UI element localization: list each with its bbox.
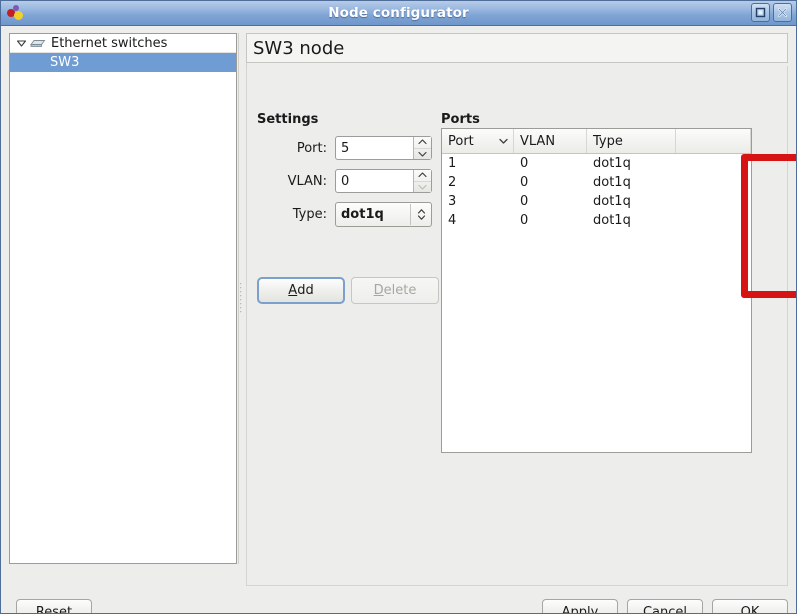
type-field-row: Type: dot1q (257, 202, 432, 227)
maximize-icon (755, 7, 766, 18)
tree-item-sw3[interactable]: SW3 (10, 53, 236, 72)
table-row[interactable]: 3 0 dot1q (442, 192, 751, 211)
vlan-label: VLAN: (287, 173, 327, 189)
vlan-input[interactable]: 0 (336, 174, 349, 189)
close-icon (777, 7, 788, 18)
tree-item-label: Ethernet switches (51, 35, 168, 51)
column-header-port[interactable]: Port (442, 129, 514, 153)
tree-item-ethernet-switches[interactable]: Ethernet switches (10, 34, 236, 53)
cell-type: dot1q (593, 156, 631, 171)
vlan-field-row: VLAN: 0 (257, 169, 432, 193)
apply-button[interactable]: Apply (542, 599, 618, 613)
table-header-row: Port VLAN Type (442, 129, 751, 154)
title-bar[interactable]: Node configurator (1, 1, 796, 26)
page-title: SW3 node (246, 33, 788, 63)
port-stepper[interactable]: 5 (335, 136, 432, 160)
vlan-stepper[interactable]: 0 (335, 169, 432, 193)
column-header-vlan[interactable]: VLAN (514, 129, 587, 153)
cell-port: 4 (448, 213, 457, 228)
dialog-content: Ethernet switches SW3 Reset SW3 node Set… (1, 26, 796, 613)
cell-type: dot1q (593, 213, 631, 228)
port-stepper-arrows[interactable] (413, 137, 431, 159)
ok-button[interactable]: OK (712, 599, 788, 613)
cell-port: 1 (448, 156, 457, 171)
port-increment-icon[interactable] (414, 137, 431, 149)
port-label: Port: (296, 140, 327, 156)
vlan-decrement-icon (414, 182, 431, 193)
window-controls (751, 3, 792, 22)
vlan-stepper-arrows[interactable] (413, 170, 431, 192)
cell-port: 3 (448, 194, 457, 209)
settings-group-title: Settings (257, 112, 319, 127)
port-input[interactable]: 5 (336, 141, 349, 156)
node-detail-panel: SW3 node Settings Ports Port: 5 VLAN: 0 … (246, 33, 796, 586)
table-row[interactable]: 1 0 dot1q (442, 154, 751, 173)
cell-vlan: 0 (520, 213, 529, 228)
vlan-increment-icon[interactable] (414, 170, 431, 182)
column-header-type[interactable]: Type (587, 129, 676, 153)
cell-vlan: 0 (520, 194, 529, 209)
tree-item-label: SW3 (50, 55, 80, 70)
close-button[interactable] (773, 3, 792, 22)
chevron-updown-icon[interactable] (410, 204, 431, 225)
triangle-down-icon[interactable] (14, 36, 28, 50)
balloons-icon (6, 4, 26, 22)
splitter-grip (240, 282, 243, 315)
delete-button: Delete (351, 277, 439, 304)
node-configurator-window: Node configurator Ethernet switches SW3 … (0, 0, 797, 614)
cell-vlan: 0 (520, 175, 529, 190)
table-row[interactable]: 4 0 dot1q (442, 211, 751, 230)
switch-icon (28, 36, 46, 50)
cell-type: dot1q (593, 194, 631, 209)
chevron-down-icon (499, 138, 508, 144)
window-title: Node configurator (328, 5, 469, 21)
table-row[interactable]: 2 0 dot1q (442, 173, 751, 192)
type-select[interactable]: dot1q (335, 202, 432, 227)
cell-port: 2 (448, 175, 457, 190)
reset-button[interactable]: Reset (16, 599, 92, 613)
dialog-buttons: Apply Cancel OK (542, 599, 788, 613)
node-tree[interactable]: Ethernet switches SW3 (9, 33, 237, 564)
node-title-text: SW3 node (253, 37, 345, 59)
add-mnemonic: A (288, 283, 298, 298)
cancel-button[interactable]: Cancel (627, 599, 703, 613)
column-header-spacer[interactable] (676, 129, 751, 153)
maximize-button[interactable] (751, 3, 770, 22)
cell-type: dot1q (593, 175, 631, 190)
type-selected-value: dot1q (341, 207, 384, 222)
port-decrement-icon[interactable] (414, 149, 431, 160)
ports-table[interactable]: Port VLAN Type 1 0 dot1q 2 0 dot1q 3 0 d… (441, 128, 752, 453)
delete-mnemonic: D (373, 283, 384, 298)
panel-body: Settings Ports Port: 5 VLAN: 0 Type: dot… (246, 66, 796, 586)
port-field-row: Port: 5 (257, 136, 432, 160)
ports-group-title: Ports (441, 112, 480, 127)
add-button[interactable]: Add (257, 277, 345, 304)
cell-vlan: 0 (520, 156, 529, 171)
type-label: Type: (292, 207, 327, 222)
